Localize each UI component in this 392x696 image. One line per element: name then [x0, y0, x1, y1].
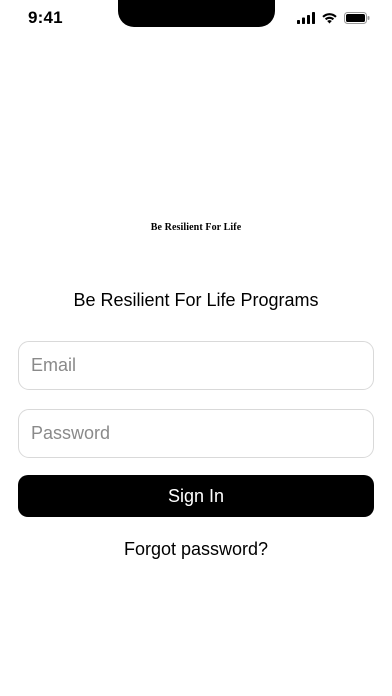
cellular-signal-icon [297, 12, 315, 24]
sign-in-button[interactable]: Sign In [18, 475, 374, 517]
wifi-icon [322, 13, 337, 24]
brand-logo: Be Resilient For Life [150, 222, 242, 233]
password-field[interactable] [18, 409, 374, 458]
status-bar: 9:41 [0, 0, 392, 36]
page-title: Be Resilient For Life Programs [73, 290, 319, 310]
status-icons [297, 11, 370, 25]
forgot-password-link[interactable]: Forgot password? [0, 539, 392, 560]
device-notch [118, 0, 275, 27]
battery-icon [344, 12, 370, 24]
status-time: 9:41 [28, 8, 63, 27]
email-field[interactable] [18, 341, 374, 390]
